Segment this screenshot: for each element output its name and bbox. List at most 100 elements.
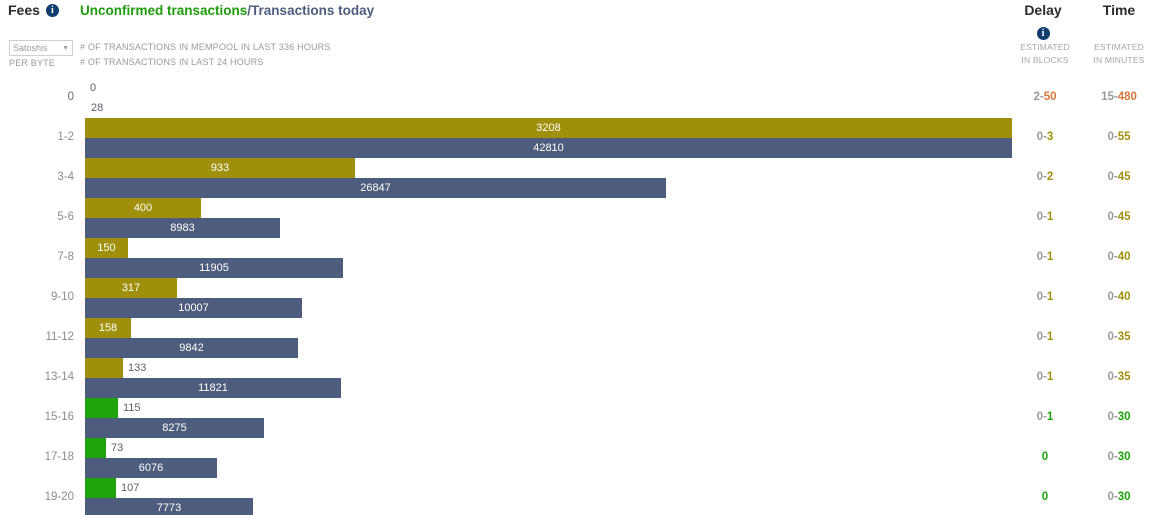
- bar-pair: 158 9842: [85, 318, 1172, 358]
- time-value: 15-480: [1082, 91, 1156, 103]
- bar-value-label: 10007: [178, 302, 209, 314]
- time-number: 35: [1117, 371, 1131, 383]
- mempool-bar-track: 158: [85, 318, 1172, 338]
- time-header: Time: [1084, 2, 1154, 18]
- time-value: 0-30: [1082, 451, 1156, 463]
- today-bar-track: 8983: [85, 218, 1172, 238]
- fees-info-icon[interactable]: i: [45, 3, 59, 17]
- delay-number: 1: [1046, 411, 1054, 423]
- delay-info-icon[interactable]: i: [1036, 27, 1050, 40]
- fee-range-label: 0: [67, 91, 74, 103]
- today-bar-track: 26847: [85, 178, 1172, 198]
- time-sublabel-line1: ESTIMATED: [1094, 42, 1144, 52]
- chart-row: 15-16 115 8275 0-1 0-30: [0, 398, 1172, 438]
- bar-value-label: 115: [123, 402, 141, 414]
- delay-value: 0: [1013, 451, 1077, 463]
- mempool-bar[interactable]: [85, 398, 118, 418]
- time-value: 0-55: [1082, 131, 1156, 143]
- legend-item-mempool: # OF TRANSACTIONS IN MEMPOOL IN LAST 336…: [80, 42, 331, 52]
- mempool-bar-track: 115: [85, 398, 1172, 418]
- fee-range-label: 5-6: [57, 211, 74, 223]
- delay-prefix: 0-: [1036, 371, 1047, 383]
- time-number: 40: [1117, 251, 1131, 263]
- time-number: 55: [1117, 131, 1131, 143]
- delay-value: 0-1: [1013, 291, 1077, 303]
- delay-number: 1: [1046, 371, 1054, 383]
- bar-value-label: 42810: [533, 142, 564, 154]
- delay-sublabel-line2: IN BLOCKS: [1021, 55, 1069, 65]
- time-prefix: 0-: [1107, 251, 1118, 263]
- delay-value: 2-50: [1013, 91, 1077, 103]
- time-number: 45: [1117, 171, 1131, 183]
- chart-row: 13-14 133 11821 0-1 0-35: [0, 358, 1172, 398]
- mempool-bar[interactable]: [85, 438, 106, 458]
- fee-range-label: 13-14: [44, 371, 74, 383]
- chart-row: 7-8 150 11905 0-1 0-40: [0, 238, 1172, 278]
- delay-prefix: 0-: [1036, 331, 1047, 343]
- delay-number: 3: [1046, 131, 1054, 143]
- time-prefix: 0-: [1107, 171, 1118, 183]
- mempool-bar-track: 73: [85, 438, 1172, 458]
- bar-value-label: 317: [121, 282, 141, 294]
- bar-pair: 107 7773: [85, 478, 1172, 515]
- mempool-bar-track: 933: [85, 158, 1172, 178]
- bar-pair: 133 11821: [85, 358, 1172, 398]
- delay-header: Delay i: [1013, 2, 1073, 40]
- delay-prefix: 0-: [1036, 291, 1047, 303]
- delay-value: 0-1: [1013, 211, 1077, 223]
- delay-prefix: 0-: [1036, 171, 1047, 183]
- bar-value-label: 150: [97, 242, 116, 254]
- delay-number: 2: [1046, 171, 1054, 183]
- delay-number: 1: [1046, 211, 1054, 223]
- delay-value: 0-3: [1013, 131, 1077, 143]
- time-prefix: 0-: [1107, 491, 1118, 503]
- delay-number: 50: [1043, 91, 1057, 103]
- unconfirmed-transactions-label: Unconfirmed transactions: [80, 3, 248, 18]
- delay-value: 0-1: [1013, 411, 1077, 423]
- today-bar-track: 6076: [85, 458, 1172, 478]
- chart-row: 5-6 400 8983 0-1 0-45: [0, 198, 1172, 238]
- time-value: 0-30: [1082, 411, 1156, 423]
- delay-number: 0: [1041, 451, 1049, 463]
- bar-pair: 150 11905: [85, 238, 1172, 278]
- chart-rows-container: 0 0 28 2-50 15-480 1-2 3208 42810 0-3 0-55 3-4 933 2…: [0, 78, 1172, 515]
- bar-value-label: 6076: [138, 462, 164, 474]
- fee-range-label: 11-12: [45, 331, 74, 343]
- mempool-bar-track: 133: [85, 358, 1172, 378]
- time-number: 480: [1117, 91, 1137, 103]
- chart-row: 3-4 933 26847 0-2 0-45: [0, 158, 1172, 198]
- unit-select[interactable]: Satoshis ▼: [9, 40, 73, 56]
- delay-number: 1: [1046, 251, 1054, 263]
- delay-prefix: 2-: [1033, 91, 1044, 103]
- fee-range-label: 19-20: [44, 491, 74, 503]
- mempool-bar[interactable]: [85, 478, 116, 498]
- chart-row: 19-20 107 7773 0 0-30: [0, 478, 1172, 515]
- chart-row: 1-2 3208 42810 0-3 0-55: [0, 118, 1172, 158]
- mempool-bar-track: 3208: [85, 118, 1172, 138]
- mempool-bar-track: 400: [85, 198, 1172, 218]
- fee-range-label: 1-2: [57, 131, 74, 143]
- time-value: 0-35: [1082, 371, 1156, 383]
- time-number: 30: [1117, 491, 1131, 503]
- time-prefix: 0-: [1107, 131, 1118, 143]
- fee-range-label: 3-4: [57, 171, 74, 183]
- delay-value: 0: [1013, 491, 1077, 503]
- time-prefix: 15-: [1101, 91, 1118, 103]
- chart-title: Unconfirmed transactions/Transactions to…: [80, 3, 374, 18]
- bar-value-label: 8983: [170, 222, 195, 234]
- today-bar-track: 8275: [85, 418, 1172, 438]
- mempool-bar-track: 150: [85, 238, 1172, 258]
- bar-value-label: 0: [90, 82, 97, 94]
- mempool-bar-track: 0: [85, 78, 1172, 98]
- chevron-down-icon: ▼: [62, 44, 69, 52]
- bar-pair: 73 6076: [85, 438, 1172, 478]
- today-bar-track: 28: [85, 98, 1172, 118]
- chart-row: 11-12 158 9842 0-1 0-35: [0, 318, 1172, 358]
- time-sublabel: ESTIMATED IN MINUTES: [1082, 41, 1156, 67]
- bar-value-label: 400: [133, 202, 153, 214]
- fee-range-label: 7-8: [57, 251, 74, 263]
- mempool-bar[interactable]: [85, 358, 123, 378]
- bar-pair: 933 26847: [85, 158, 1172, 198]
- bar-value-label: 73: [111, 442, 124, 454]
- mempool-bar-track: 107: [85, 478, 1172, 498]
